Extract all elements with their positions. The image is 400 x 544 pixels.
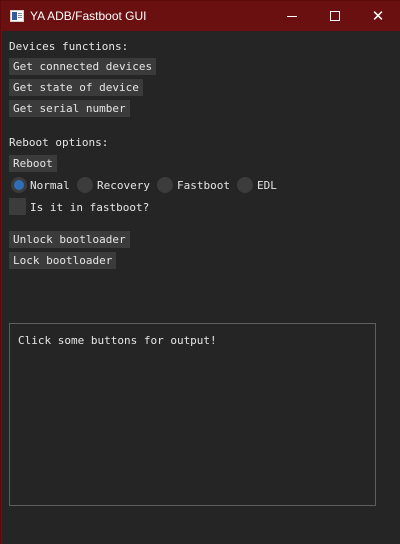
radio-recovery-label[interactable]: Recovery: [97, 179, 150, 192]
reboot-heading: Reboot options:: [9, 136, 109, 149]
get-state-button[interactable]: Get state of device: [9, 79, 143, 96]
get-serial-button[interactable]: Get serial number: [9, 100, 130, 117]
window-title: YA ADB/Fastboot GUI: [30, 9, 147, 23]
radio-edl[interactable]: [237, 177, 253, 193]
radio-normal-label[interactable]: Normal: [30, 179, 70, 192]
title-bar[interactable]: YA ADB/Fastboot GUI ✕: [1, 1, 400, 31]
radio-recovery[interactable]: [77, 177, 93, 193]
get-connected-devices-button[interactable]: Get connected devices: [9, 58, 157, 75]
app-window: YA ADB/Fastboot GUI ✕ Devices functions:…: [0, 0, 400, 544]
close-button[interactable]: ✕: [355, 1, 400, 31]
radio-edl-label[interactable]: EDL: [257, 179, 277, 192]
lock-bootloader-button[interactable]: Lock bootloader: [9, 252, 117, 269]
radio-normal[interactable]: [11, 177, 27, 193]
output-text: Click some buttons for output!: [18, 334, 217, 347]
output-box[interactable]: Click some buttons for output!: [9, 323, 376, 506]
radio-fastboot-label[interactable]: Fastboot: [177, 179, 230, 192]
close-icon: ✕: [371, 6, 385, 25]
minimize-icon: [287, 15, 297, 17]
main-panel: Devices functions: Get connected devices…: [2, 31, 400, 544]
maximize-icon: [330, 11, 340, 21]
minimize-button[interactable]: [269, 1, 315, 31]
devices-heading: Devices functions:: [9, 40, 129, 53]
app-icon: [10, 10, 24, 22]
reboot-button[interactable]: Reboot: [9, 155, 57, 172]
fastboot-checkbox-label[interactable]: Is it in fastboot?: [30, 201, 149, 214]
unlock-bootloader-button[interactable]: Unlock bootloader: [9, 231, 130, 248]
radio-fastboot[interactable]: [157, 177, 173, 193]
fastboot-checkbox[interactable]: [9, 198, 26, 215]
maximize-button[interactable]: [312, 1, 358, 31]
